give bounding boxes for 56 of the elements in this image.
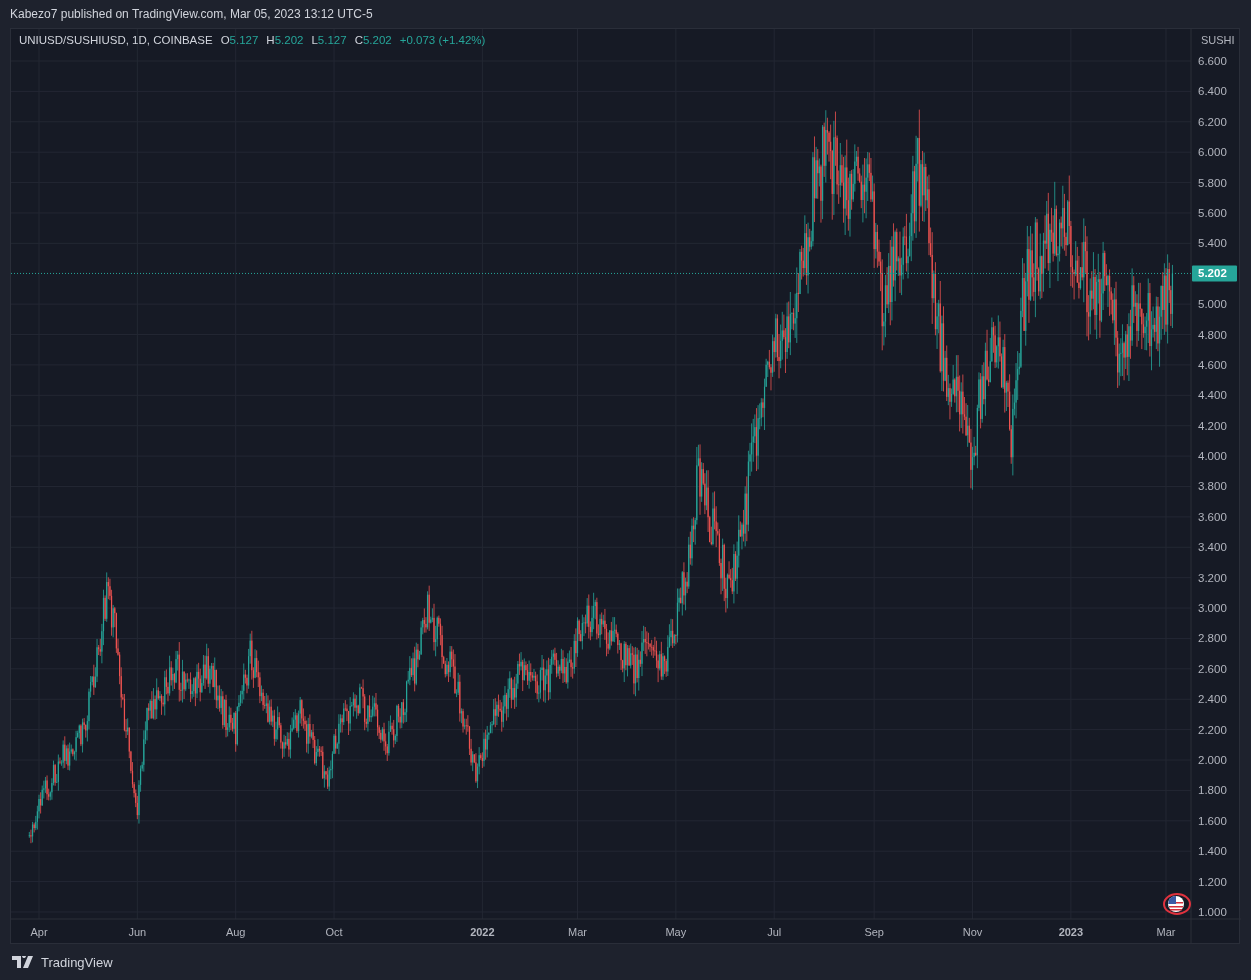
publish-info: Kabezo7 published on TradingView.com, Mar 05, 2023 13:12 UTC-5 xyxy=(10,7,373,21)
date-tick-label: May xyxy=(665,926,687,938)
ohlc-value: 5.202 xyxy=(362,34,392,46)
price-tick-label: 5.400 xyxy=(1198,237,1227,250)
price-tick-label: 2.600 xyxy=(1198,662,1227,675)
ohlc-label: C xyxy=(354,34,363,46)
price-tick-label: 4.800 xyxy=(1198,328,1227,341)
date-tick-label: Oct xyxy=(325,926,343,938)
price-tick-label: 2.000 xyxy=(1198,754,1227,766)
price-tick-label: 2.400 xyxy=(1198,693,1227,706)
date-tick-label: Aug xyxy=(225,926,246,938)
ohlc-value: 5.127 xyxy=(229,34,259,46)
symbol-label: UNIUSD/SUSHIUSD, 1D, COINBASE xyxy=(19,34,213,46)
price-tick-label: 6.000 xyxy=(1198,146,1227,159)
ohlc-label: L xyxy=(311,34,318,46)
price-tick-label: 6.600 xyxy=(1198,55,1227,67)
price-tick-label: 4.200 xyxy=(1198,419,1227,432)
date-tick-label: Jul xyxy=(767,926,782,938)
date-tick-label: Mar xyxy=(568,926,587,938)
last-price-marker: 5.202 xyxy=(1192,265,1237,282)
price-tick-label: 3.800 xyxy=(1198,480,1227,493)
currency-label: SUSHI xyxy=(1201,34,1235,46)
ohlc-label: O xyxy=(220,34,230,46)
date-tick-label: Jun xyxy=(128,926,147,938)
price-tick-label: 1.000 xyxy=(1198,906,1227,918)
price-tick-label: 4.400 xyxy=(1198,389,1227,402)
price-tick-label: 5.600 xyxy=(1198,206,1227,219)
date-tick-label: Nov xyxy=(962,926,983,938)
ohlc-label: H xyxy=(266,34,275,46)
price-tick-label: 3.200 xyxy=(1198,571,1227,584)
date-tick-label: Apr xyxy=(30,926,48,938)
price-tick-label: 3.400 xyxy=(1198,541,1227,554)
price-tick-label: 5.800 xyxy=(1198,176,1227,189)
price-tick-label: 1.200 xyxy=(1198,875,1227,888)
date-tick-label: 2022 xyxy=(470,926,495,938)
price-tick-label: 1.800 xyxy=(1198,784,1227,797)
price-tick-label: 4.600 xyxy=(1198,358,1227,371)
logo-icon xyxy=(12,956,36,968)
date-tick-label: Mar xyxy=(1156,926,1176,938)
date-tick-label: Sep xyxy=(864,926,884,938)
price-tick-label: 1.600 xyxy=(1198,814,1227,827)
price-tick-label: 2.800 xyxy=(1198,632,1227,645)
flag-icon xyxy=(1163,893,1191,915)
date-tick-label: 2023 xyxy=(1058,926,1084,938)
price-tick-label: 3.000 xyxy=(1198,602,1227,615)
price-change: +0.073 (+1.42%) xyxy=(399,34,486,46)
price-tick-label: 6.400 xyxy=(1198,85,1227,98)
price-tick-label: 3.600 xyxy=(1198,510,1227,523)
price-tick-label: 1.400 xyxy=(1198,845,1227,858)
price-tick-label: 4.000 xyxy=(1198,450,1227,463)
brand-name: TradingView xyxy=(41,954,113,970)
ohlc-value: 5.202 xyxy=(274,34,304,46)
price-tick-label: 6.200 xyxy=(1198,115,1227,128)
price-tick-label: 5.000 xyxy=(1198,298,1227,311)
price-tick-label: 2.200 xyxy=(1198,723,1227,736)
ohlc-value: 5.127 xyxy=(317,34,347,46)
